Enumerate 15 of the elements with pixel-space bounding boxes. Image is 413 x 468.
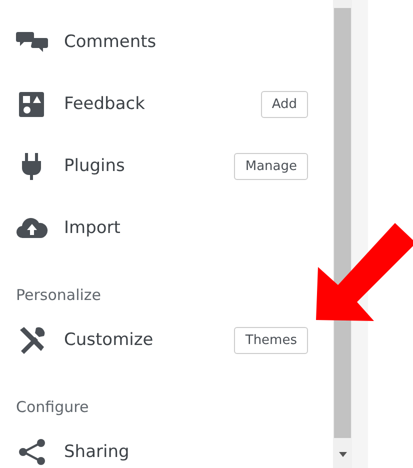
scrollbar-thumb[interactable] xyxy=(334,8,351,438)
section-heading: Configure xyxy=(16,397,90,418)
menu-item-label[interactable]: Plugins xyxy=(64,156,234,176)
section-heading: Personalize xyxy=(16,285,102,306)
scrollbar[interactable] xyxy=(333,0,352,468)
action-button[interactable]: Add xyxy=(260,90,308,118)
menu-item-label[interactable]: Sharing xyxy=(64,442,308,462)
action-button[interactable]: Manage xyxy=(234,152,308,180)
menu-item-label[interactable]: Comments xyxy=(64,32,308,52)
scroll-down-icon[interactable] xyxy=(338,452,346,457)
menu-item-label[interactable]: Feedback xyxy=(64,94,261,114)
action-button[interactable]: Themes xyxy=(234,326,308,354)
menu-item-label[interactable]: Customize xyxy=(64,330,234,350)
menu-item-label[interactable]: Import xyxy=(64,218,308,238)
share-icon xyxy=(16,436,48,468)
